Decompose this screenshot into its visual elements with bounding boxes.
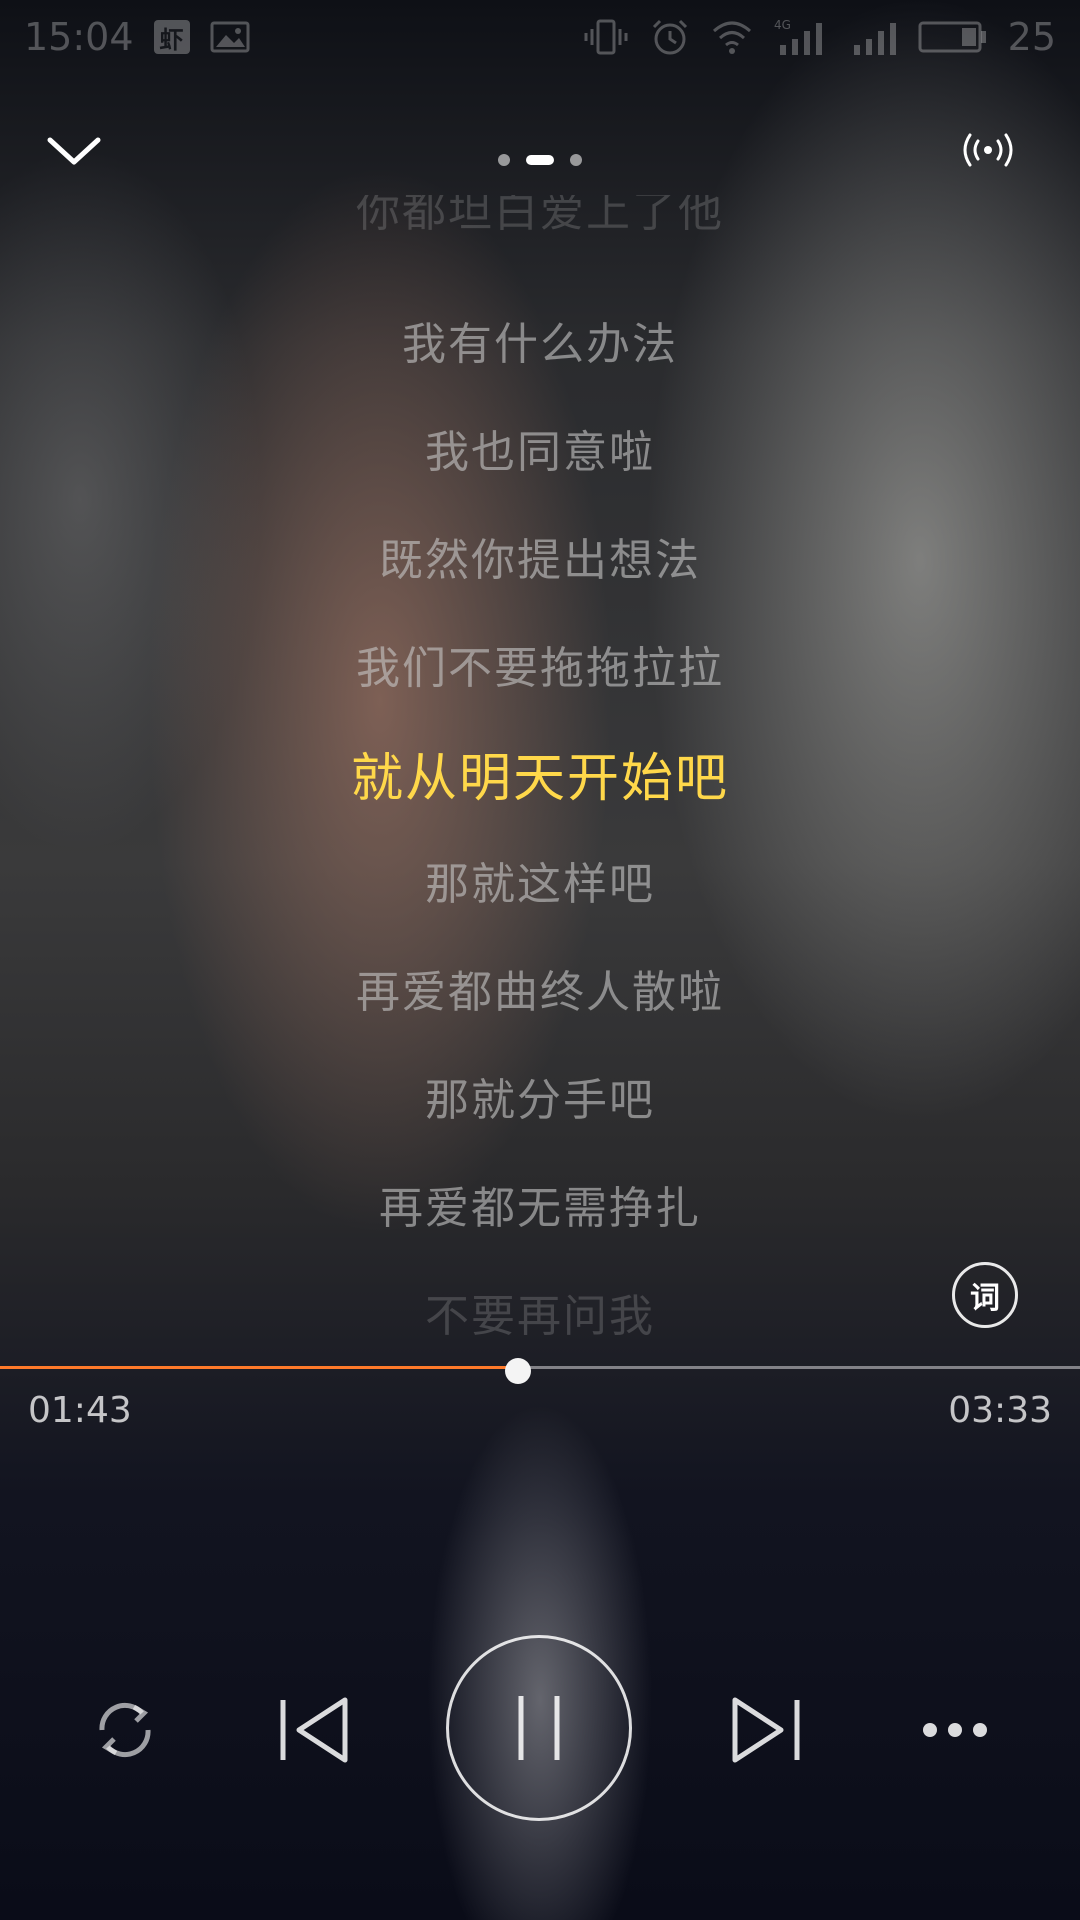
elapsed-time: 01:43 — [28, 1390, 132, 1431]
lyric-toggle-label: 词 — [970, 1281, 1000, 1316]
playback-controls — [0, 1630, 1080, 1830]
app-badge-icon: 虾 — [153, 20, 190, 54]
status-bar: 15:04 虾 4G 25 — [0, 0, 1080, 74]
page-dot-2 — [526, 155, 554, 165]
lyrics-panel[interactable]: 你都坦白爱上了他 我有什么办法 我也同意啦 既然你提出想法 我们不要拖拖拉拉 就… — [0, 195, 1080, 1345]
chevron-down-icon — [47, 137, 101, 165]
progress-thumb[interactable] — [505, 1358, 532, 1384]
repeat-button[interactable] — [80, 1685, 170, 1775]
pause-button[interactable] — [446, 1635, 632, 1821]
lyric-line: 我也同意啦 — [425, 427, 655, 478]
progress-fill — [0, 1366, 519, 1369]
broadcast-icon — [963, 133, 1013, 167]
page-dot-3 — [570, 154, 582, 166]
lyric-toggle-button[interactable]: 词 — [952, 1262, 1018, 1328]
battery-level: 25 — [1007, 15, 1056, 59]
lyric-line: 不要再问我 — [425, 1291, 655, 1342]
skip-previous-icon — [280, 1697, 348, 1763]
lyric-line: 那就分手吧 — [425, 1075, 655, 1126]
collapse-button[interactable] — [44, 130, 124, 190]
lyric-line: 既然你提出想法 — [379, 535, 701, 586]
more-button[interactable] — [910, 1685, 1000, 1775]
svg-text:4G: 4G — [774, 18, 791, 32]
alarm-icon — [650, 17, 690, 57]
lyric-line: 再爱都曲终人散啦 — [356, 967, 724, 1018]
signal-icon — [850, 17, 898, 57]
image-icon — [210, 21, 250, 53]
page-dot-1 — [498, 154, 510, 166]
status-right: 4G 25 — [582, 15, 1056, 59]
next-button[interactable] — [718, 1685, 818, 1775]
lyric-line-current: 就从明天开始吧 — [350, 749, 729, 809]
lyric-line: 我有什么办法 — [402, 319, 678, 370]
status-time: 15:04 — [24, 15, 134, 59]
lyric-line: 那就这样吧 — [425, 859, 655, 910]
more-icon — [923, 1723, 987, 1737]
signal-4g-icon: 4G — [774, 17, 830, 57]
progress-bar[interactable] — [0, 1358, 1080, 1384]
skip-next-icon — [732, 1697, 800, 1763]
page-indicator — [490, 145, 590, 175]
status-left: 15:04 虾 — [24, 15, 250, 59]
lyric-line: 再爱都无需挣扎 — [379, 1183, 701, 1234]
repeat-icon — [99, 1702, 151, 1758]
pause-icon — [518, 1696, 560, 1760]
wifi-icon — [710, 19, 754, 55]
lyric-line: 我们不要拖拖拉拉 — [356, 643, 724, 694]
vibrate-icon — [582, 17, 630, 57]
previous-button[interactable] — [262, 1685, 362, 1775]
lyric-line: 你都坦白爱上了他 — [356, 195, 724, 237]
cast-button[interactable] — [960, 130, 1030, 190]
total-time: 03:33 — [948, 1390, 1052, 1431]
battery-icon — [918, 19, 988, 55]
